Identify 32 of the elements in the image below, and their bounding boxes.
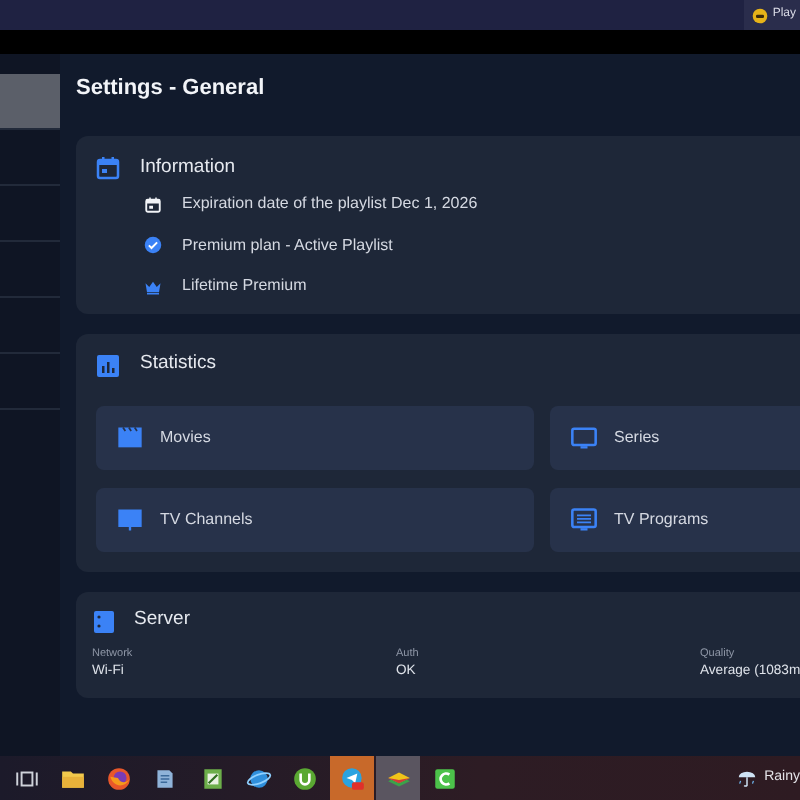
chart-icon	[96, 353, 120, 377]
spreadsheet-icon	[199, 765, 226, 791]
app-icon	[432, 765, 459, 791]
server-icon	[92, 609, 116, 633]
stat-tile[interactable]: Series	[550, 405, 800, 469]
info-text: Lifetime Premium	[182, 274, 307, 299]
check-icon	[144, 236, 162, 255]
tv-icon	[116, 505, 144, 533]
notes-icon	[152, 765, 179, 791]
monitor-icon	[570, 423, 598, 451]
paper-plane-icon	[339, 765, 366, 791]
taskbar-app[interactable]	[376, 756, 421, 800]
card-title: Server	[134, 606, 190, 635]
card-title: Information	[140, 153, 236, 182]
browser-icon	[106, 765, 133, 791]
stat-tile[interactable]: Movies	[96, 405, 534, 469]
card-title: Statistics	[140, 350, 217, 379]
torrent-icon	[292, 765, 319, 791]
taskbar-app[interactable]	[330, 756, 375, 800]
info-text: Expiration date of the playlist Dec 1, 2026	[182, 192, 478, 217]
crown-icon	[144, 277, 162, 296]
info-text: Premium plan - Active Playlist	[182, 233, 393, 258]
folder-icon	[59, 765, 86, 791]
page-title: Settings - General	[76, 74, 267, 102]
calendar-icon	[96, 156, 120, 180]
tv-list-icon	[570, 505, 598, 533]
calendar-icon	[144, 195, 162, 214]
stat-tile[interactable]: TV Channels	[96, 487, 534, 551]
stat-tile[interactable]: TV Programs	[550, 487, 800, 551]
globe-icon	[245, 765, 272, 791]
app-icon	[752, 7, 769, 23]
clapperboard-icon	[116, 423, 144, 451]
